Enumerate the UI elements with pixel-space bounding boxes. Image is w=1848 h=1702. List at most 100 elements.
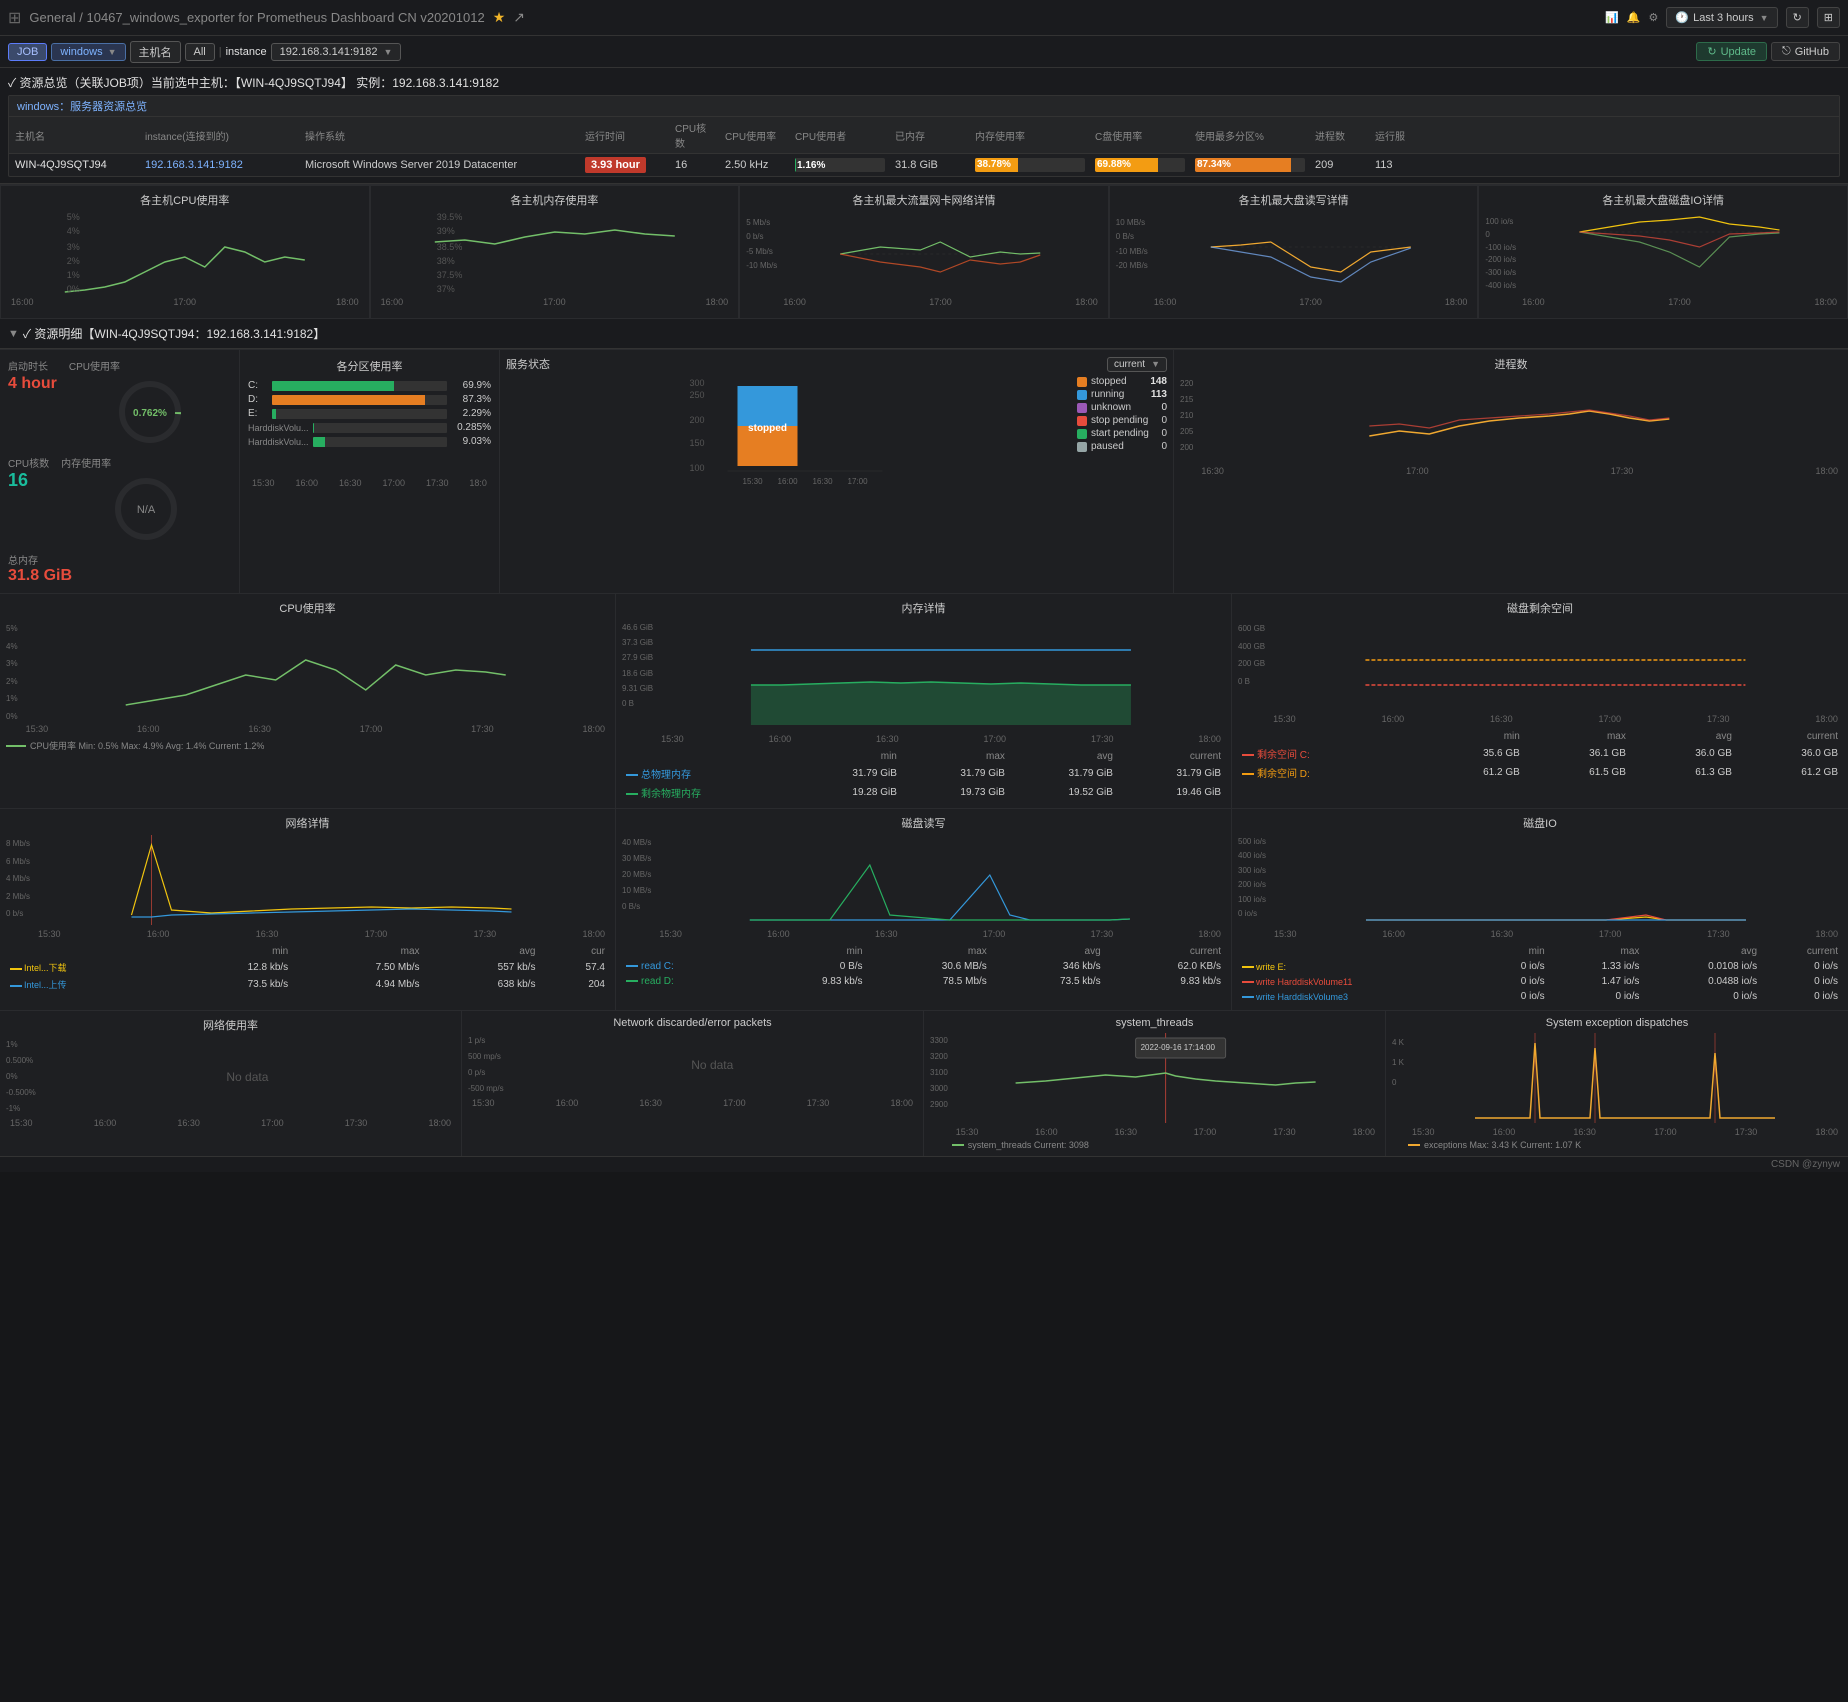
github-label: GitHub	[1795, 46, 1829, 58]
nav-windows[interactable]: windows ▼	[51, 43, 125, 61]
dio-hv11-max: 1.47 io/s	[1549, 974, 1644, 989]
disk-bar-outer-e	[272, 409, 447, 419]
net-dl-cur: 57.4	[539, 959, 609, 976]
disk-pct-e: 2.29%	[451, 408, 491, 419]
drw-row-readd: read D: 9.83 kb/s 78.5 Mb/s 73.5 kb/s 9.…	[622, 974, 1225, 989]
github-button[interactable]: ⎋ GitHub	[1771, 42, 1840, 61]
nav-separator: |	[219, 46, 222, 58]
overview-diskrw-panel: 各主机最大盘读写详情 10 MB/s 0 B/s -10 MB/s -20 MB…	[1109, 185, 1479, 319]
mem-free-cur: 19.46 GiB	[1117, 783, 1225, 802]
mem-gauge-svg: N/A	[111, 474, 181, 544]
overview-mem-title: 各主机内存使用率	[377, 192, 733, 208]
svg-text:N/A: N/A	[137, 504, 156, 516]
sys-exc-legend-text: exceptions Max: 3.43 K Current: 1.07 K	[1424, 1140, 1581, 1150]
nav-hostname[interactable]: 主机名	[130, 41, 181, 63]
disk-bar-inner-d	[272, 395, 425, 405]
overview-mem-panel: 各主机内存使用率 39.5% 39% 38.5% 38% 37.5% 37% 1…	[370, 185, 740, 319]
multidisk-bar: 87.34%	[1195, 158, 1305, 172]
disk-io-legend: min max avg current write E: 0 io/s 1.33…	[1238, 944, 1842, 1004]
cdisk-pct: 69.88%	[1097, 159, 1131, 170]
net-col-max: max	[292, 944, 423, 959]
paused-color	[1077, 442, 1087, 452]
disk-pct-c: 69.9%	[451, 380, 491, 391]
ds-col-min: min	[1418, 729, 1524, 744]
chart-icon[interactable]: 📊	[1605, 11, 1619, 24]
mem-gauge-label: 内存使用率	[61, 455, 231, 470]
status-bar: CSDN @zynyw	[0, 1156, 1848, 1172]
detail-section-header[interactable]: ▼ ✓ 资源明细【WIN-4QJ9SQTJ94：192.168.3.141:91…	[0, 319, 1848, 349]
legend-paused: paused 0	[1077, 441, 1167, 452]
dio-e-min: 0 io/s	[1483, 959, 1549, 974]
disk-bar-outer-hv1	[313, 423, 447, 433]
zoom-out-button[interactable]: ⊞	[1817, 7, 1840, 28]
alert-icon[interactable]: 🔔	[1627, 11, 1641, 24]
overview-diskrw-title: 各主机最大盘读写详情	[1116, 192, 1472, 208]
disk-label-e: E:	[248, 408, 268, 419]
service-current-dropdown[interactable]: current ▼	[1107, 357, 1167, 372]
disk-bar-inner-e	[272, 409, 276, 419]
stats-bottom-row: CPU核数 16 内存使用率 N/A	[8, 455, 231, 548]
process-svg	[1197, 376, 1842, 466]
cpu-gauge: 0.762%	[115, 377, 185, 447]
service-title: 服务状态	[506, 356, 550, 372]
net-dl-avg: 557 kb/s	[424, 959, 540, 976]
cell-cdisk: 69.88%	[1089, 154, 1189, 176]
cell-instance[interactable]: 192.168.3.141:9182	[139, 155, 299, 175]
update-label: Update	[1721, 46, 1756, 58]
cpu-cores-value: 16	[8, 470, 49, 491]
nav-all[interactable]: All	[185, 43, 215, 61]
service-chart: stopped 100 150 200 250 300 15:30 16:00 …	[506, 376, 1069, 499]
col-cpu-count: CPU核数	[669, 117, 719, 153]
breadcrumb-prefix: General / 10467_windows_exporter for Pro…	[29, 10, 484, 25]
disk-io-chart: 15:30 16:00 16:30 17:00 17:30 18:00	[1270, 835, 1842, 940]
share-icon[interactable]: ↗	[513, 9, 525, 26]
refresh-button[interactable]: ↻	[1786, 7, 1809, 28]
disk-bar-outer-c	[272, 381, 447, 391]
cell-cpu-use: 1.16%	[789, 154, 889, 176]
net-detail-title: 网络详情	[6, 815, 609, 831]
disk-section-title: 各分区使用率	[248, 358, 491, 374]
disk-space-y-axis: 600 GB 400 GB 200 GB 0 B	[1238, 620, 1265, 725]
ds-c-max: 36.1 GB	[1524, 744, 1630, 763]
sys-threads-content: 3300 3200 3100 3000 2900 2022-09-16 17:1…	[930, 1033, 1379, 1150]
drw-col-avg: avg	[991, 944, 1105, 959]
net-detail-x-labels: 15:30 16:00 16:30 17:00 17:30 18:00	[34, 928, 609, 940]
multidisk-pct: 87.34%	[1197, 159, 1231, 170]
table-row: WIN-4QJ9SQTJ94 192.168.3.141:9182 Micros…	[9, 154, 1839, 176]
paused-value: 0	[1161, 441, 1167, 452]
col-multidisk: 使用最多分区%	[1189, 125, 1309, 146]
disk-rw-content: 40 MB/s 30 MB/s 20 MB/s 10 MB/s 0 B/s 15…	[622, 835, 1225, 940]
resource-summary-section: ✓ 资源总览（关联JOB项）当前选中主机：【WIN-4QJ9SQTJ94】 实例…	[0, 68, 1848, 184]
nav-instance-selector[interactable]: 192.168.3.141:9182 ▼	[271, 43, 402, 61]
svg-text:39%: 39%	[436, 226, 454, 236]
nav-job[interactable]: JOB	[8, 43, 47, 61]
memory-svg	[657, 620, 1225, 730]
overview-mem-svg: 39.5% 39% 38.5% 38% 37.5% 37%	[377, 212, 733, 297]
net-discard-panel: Network discarded/error packets 1 p/s 50…	[462, 1011, 924, 1156]
drw-col-max: max	[867, 944, 991, 959]
mem-free-label: 剩余物理内存	[622, 783, 793, 802]
sys-threads-title: system_threads	[930, 1017, 1379, 1029]
time-range-value: Last 3 hours	[1693, 12, 1754, 24]
ds-row-c: 剩余空间 C: 35.6 GB 36.1 GB 36.0 GB 36.0 GB	[1238, 744, 1842, 763]
github-icon: ⎋	[1782, 45, 1791, 58]
cpu-detail-x-labels: 15:30 16:00 16:30 17:00 17:30 18:00	[22, 723, 609, 735]
drw-row-readc: read C: 0 B/s 30.6 MB/s 346 kb/s 62.0 KB…	[622, 959, 1225, 974]
net-dl-max: 7.50 Mb/s	[292, 959, 423, 976]
legend-stopped: stopped 148	[1077, 376, 1167, 387]
overview-net-x-labels: 16:00 17:00 18:00	[779, 296, 1101, 308]
uptime-badge: 3.93 hour	[585, 157, 646, 173]
overview-diskrw-svg	[1150, 212, 1472, 297]
settings-icon[interactable]: ⚙	[1649, 11, 1659, 24]
update-button[interactable]: ↻ Update	[1696, 42, 1767, 61]
nav-bar: JOB windows ▼ 主机名 All | instance 192.168…	[0, 36, 1848, 68]
net-usage-title: 网络使用率	[6, 1017, 455, 1033]
cpu-detail-title: CPU使用率	[6, 600, 609, 616]
drw-readd-label: read D:	[622, 974, 753, 989]
net-detail-chart: 15:30 16:00 16:30 17:00 17:30 18:00	[34, 835, 609, 940]
star-icon[interactable]: ★	[493, 9, 506, 26]
svg-text:2%: 2%	[67, 256, 80, 266]
cpu-detail-chart: 15:30 16:00 16:30 17:00 17:30 18:00	[22, 620, 609, 735]
time-range-selector[interactable]: 🕐 Last 3 hours ▼	[1666, 7, 1777, 28]
detail-x-labels: 15:30 16:00 16:30 17:00 17:30 18:0	[248, 477, 491, 489]
